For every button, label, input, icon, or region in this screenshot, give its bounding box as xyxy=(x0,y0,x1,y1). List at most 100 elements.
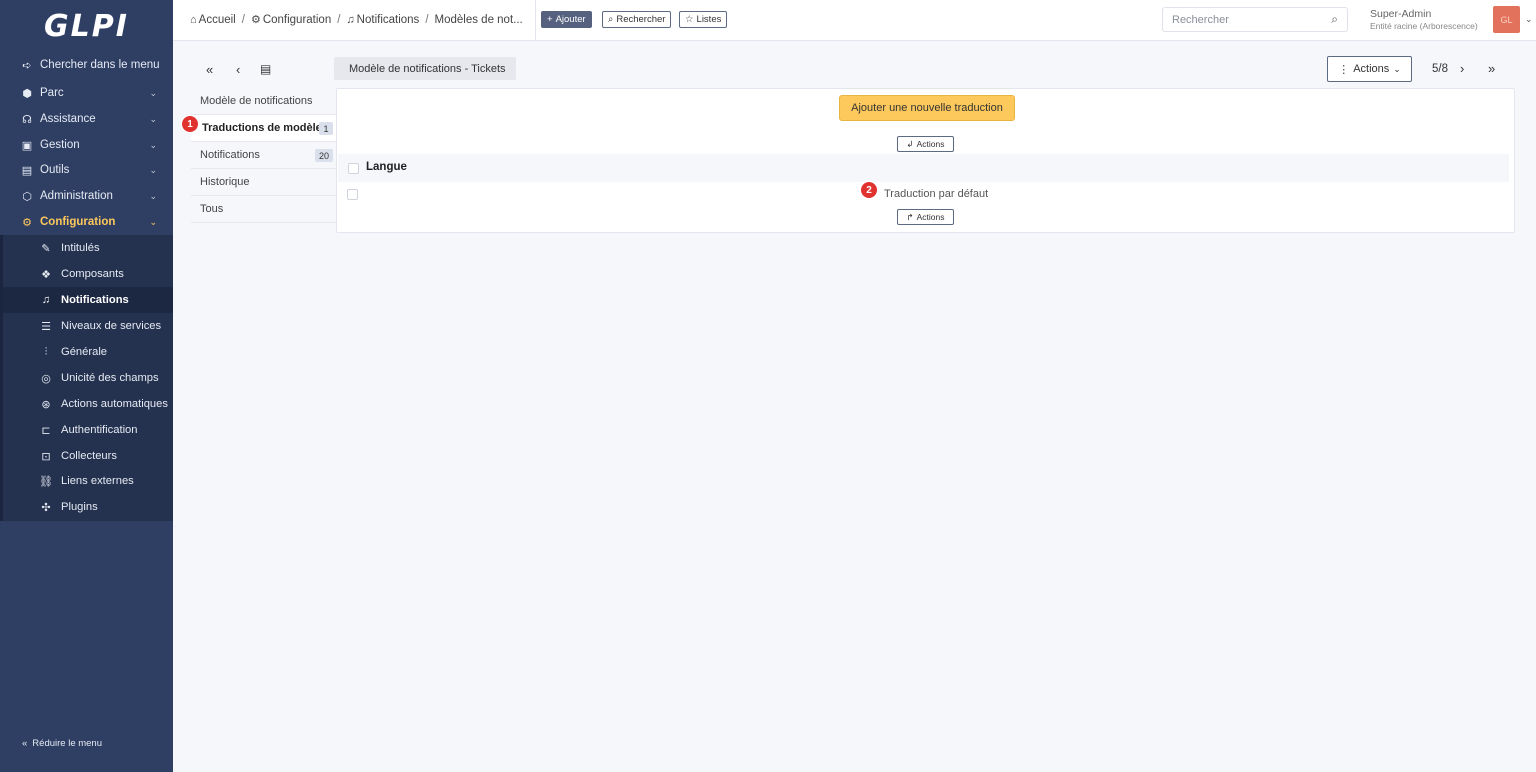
sidebar-item-gestion[interactable]: ▣ Gestion ⌄ xyxy=(0,132,173,158)
list-view-icon[interactable]: ▤ xyxy=(260,62,271,76)
submenu-item-label: Unicité des champs xyxy=(61,372,159,384)
sidebar-item-label: Administration xyxy=(40,190,113,202)
user-entity: Entité racine (Arborescence) xyxy=(1370,21,1478,31)
sidebar-item-assistance[interactable]: ☊ Assistance ⌄ xyxy=(0,106,173,132)
sidebar-item-configuration[interactable]: ⚙ Configuration ⌄ xyxy=(0,209,173,235)
sidebar-item-label: Parc xyxy=(40,87,64,99)
table-row-default-translation[interactable]: Traduction par défaut xyxy=(884,188,988,200)
breadcrumb-notifications[interactable]: ♫ Notifications xyxy=(346,14,419,26)
previous-item-icon[interactable]: ‹ xyxy=(236,62,240,77)
mass-actions-bottom-button[interactable]: ↱ Actions xyxy=(897,209,954,225)
breadcrumb-configuration[interactable]: ⚙ Configuration xyxy=(251,13,331,26)
bell-icon: ♫ xyxy=(346,13,355,26)
sidebar-item-label: Configuration xyxy=(40,216,116,228)
mass-actions-top-button[interactable]: ↲ Actions xyxy=(897,136,954,152)
sidebar-item-label: Outils xyxy=(40,164,70,176)
breadcrumb-home[interactable]: ⌂ Accueil xyxy=(190,14,236,26)
submenu-item-niveaux-services[interactable]: ☰ Niveaux de services xyxy=(3,313,173,339)
actions-button[interactable]: ⋮ Actions ⌄ xyxy=(1327,56,1412,82)
submenu-item-label: Notifications xyxy=(61,294,129,306)
headset-icon: ☊ xyxy=(22,113,32,126)
chevron-down-icon: ⌄ xyxy=(149,164,157,175)
submenu-item-label: Niveaux de services xyxy=(61,320,162,332)
chevron-down-icon: ⌄ xyxy=(149,190,157,201)
sidebar-item-search-menu[interactable]: ➪ Chercher dans le menu xyxy=(0,52,173,78)
breadcrumb: ⌂ Accueil / ⚙ Configuration / ♫ Notificatio… xyxy=(190,13,523,27)
first-item-icon[interactable]: « xyxy=(206,62,213,77)
submenu-item-collecteurs[interactable]: ⊡ Collecteurs xyxy=(3,443,173,469)
arrow-turn-up-icon: ↱ xyxy=(906,211,914,222)
adjustments-icon: ⫶ xyxy=(44,345,48,358)
lists-button[interactable]: ☆ Listes xyxy=(679,11,728,28)
submenu-item-label: Liens externes xyxy=(61,475,134,487)
user-info[interactable]: Super-Admin Entité racine (Arborescence) xyxy=(1370,8,1478,32)
tab-all[interactable]: Tous xyxy=(191,196,337,223)
sidebar-item-label: Chercher dans le menu xyxy=(40,59,160,71)
vertical-dots-icon: ⋮ xyxy=(1338,63,1350,76)
tab-notification-template[interactable]: Modèle de notifications xyxy=(191,88,337,115)
column-header-language[interactable]: Langue xyxy=(366,161,407,173)
star-icon: ☆ xyxy=(685,14,694,25)
chevron-down-icon: ⌄ xyxy=(149,216,157,227)
submenu-item-unicite-champs[interactable]: ◎ Unicité des champs xyxy=(3,365,173,391)
sidebar-item-outils[interactable]: ▤ Outils ⌄ xyxy=(0,157,173,183)
avatar[interactable]: GL xyxy=(1493,6,1520,33)
tab-template-translations[interactable]: Traductions de modèle 1 xyxy=(191,115,337,142)
chevron-down-icon: ⌄ xyxy=(1393,63,1401,74)
submenu-item-label: Intitulés xyxy=(61,242,100,254)
briefcase-icon: ▤ xyxy=(21,164,33,177)
arrow-turn-down-icon: ↲ xyxy=(906,138,914,149)
chevron-down-icon: ⌄ xyxy=(149,113,157,124)
add-translation-button[interactable]: Ajouter une nouvelle traduction xyxy=(839,95,1015,121)
submenu-item-label: Authentification xyxy=(61,424,138,436)
wallet-icon: ▣ xyxy=(21,139,33,152)
translations-panel: Ajouter une nouvelle traduction ↲ Action… xyxy=(336,88,1515,233)
submenu-item-liens-externes[interactable]: ⛓ Liens externes xyxy=(3,468,173,494)
user-name: Super-Admin xyxy=(1370,8,1432,20)
select-all-checkbox[interactable] xyxy=(348,163,359,174)
table-header: Langue xyxy=(338,154,1509,182)
row-checkbox[interactable] xyxy=(347,189,358,200)
submenu-item-intitules[interactable]: ✎ Intitulés xyxy=(3,235,173,261)
add-button[interactable]: + Ajouter xyxy=(541,11,592,28)
submenu-item-plugins[interactable]: ✣ Plugins xyxy=(3,494,173,520)
submenu-item-label: Plugins xyxy=(61,501,98,513)
collapse-menu-label: Réduire le menu xyxy=(32,738,103,749)
top-header: ⌂ Accueil / ⚙ Configuration / ♫ Notificatio… xyxy=(173,0,1536,41)
glpi-logo[interactable]: GLPI xyxy=(0,0,173,52)
search-icon[interactable]: ⌕ xyxy=(1331,12,1338,27)
submenu-item-label: Générale xyxy=(61,346,108,358)
last-item-icon[interactable]: » xyxy=(1488,61,1495,76)
submenu-item-label: Collecteurs xyxy=(61,450,117,462)
tab-count-badge: 1 xyxy=(319,122,333,135)
search-input[interactable] xyxy=(1163,8,1313,31)
pager-position: 5/8 xyxy=(1432,63,1448,75)
submenu-item-label: Actions automatiques xyxy=(61,398,168,410)
tab-history[interactable]: Historique xyxy=(191,169,337,196)
puzzle-icon: ✣ xyxy=(41,501,51,514)
collapse-menu-button[interactable]: « Réduire le menu xyxy=(22,738,102,749)
sidebar-item-label: Assistance xyxy=(40,113,96,125)
sidebar-item-administration[interactable]: ⬡ Administration ⌄ xyxy=(0,183,173,209)
chevron-down-icon: ⌄ xyxy=(149,87,157,98)
sidebar: GLPI ➪ Chercher dans le menu ⬢ Parc ⌄ ☊ … xyxy=(0,0,173,772)
submenu-item-actions-automatiques[interactable]: ⊛ Actions automatiques xyxy=(3,391,173,417)
submenu-item-label: Composants xyxy=(61,268,124,280)
sidebar-item-parc[interactable]: ⬢ Parc ⌄ xyxy=(0,80,173,106)
submenu-item-composants[interactable]: ❖ Composants xyxy=(3,261,173,287)
submenu-item-authentification[interactable]: ⊏ Authentification xyxy=(3,417,173,443)
search-button[interactable]: ⌕ Rechercher xyxy=(602,11,672,28)
shield-icon: ⬡ xyxy=(22,190,32,203)
submenu-item-notifications[interactable]: ♫ Notifications xyxy=(3,287,173,313)
breadcrumb-templates[interactable]: Modèles de not... xyxy=(435,14,523,26)
next-item-icon[interactable]: › xyxy=(1460,61,1464,76)
settings-icon: ⚙ xyxy=(250,14,261,26)
link-icon: ⛓ xyxy=(39,475,53,488)
double-chevron-left-icon: « xyxy=(22,738,28,749)
inbox-icon: ⊡ xyxy=(41,450,51,463)
submenu-item-generale[interactable]: ⫶ Générale xyxy=(3,339,173,365)
tab-notifications[interactable]: Notifications 20 xyxy=(191,142,337,169)
edit-icon: ✎ xyxy=(41,242,51,255)
step-marker-1: 1 xyxy=(182,116,198,132)
chevron-down-icon[interactable]: ⌄ xyxy=(1525,14,1533,25)
